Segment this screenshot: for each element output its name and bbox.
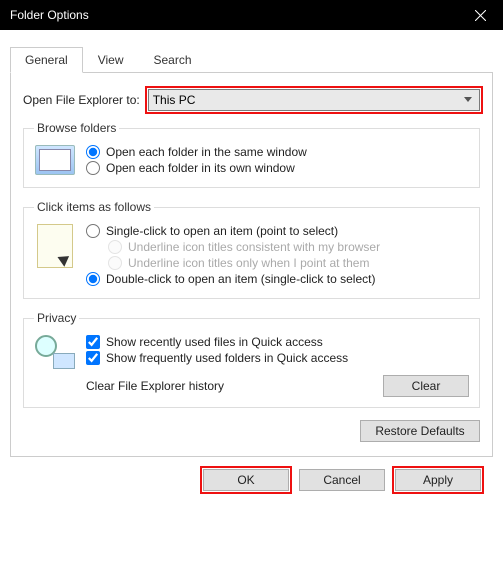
checkbox-frequent-folders[interactable]: Show frequently used folders in Quick ac… [86, 351, 469, 365]
radio-underline-point-label: Underline icon titles only when I point … [128, 256, 369, 270]
click-items-icon [34, 222, 76, 288]
privacy-legend: Privacy [34, 311, 79, 325]
window-title: Folder Options [10, 8, 458, 22]
radio-single-click-input[interactable] [86, 224, 100, 238]
radio-single-click[interactable]: Single-click to open an item (point to s… [86, 224, 469, 238]
apply-button[interactable]: Apply [395, 469, 481, 491]
tab-panel-general: Open File Explorer to: This PC Browse fo… [10, 73, 493, 457]
click-items-group: Click items as follows Single-click to o… [23, 200, 480, 299]
tab-search[interactable]: Search [139, 47, 207, 73]
open-explorer-select[interactable]: This PC [148, 89, 480, 111]
title-bar: Folder Options [0, 0, 503, 30]
tab-strip: General View Search [10, 46, 493, 73]
radio-own-window-label: Open each folder in its own window [106, 161, 295, 175]
open-explorer-select-wrap: This PC [148, 89, 480, 111]
radio-same-window-label: Open each folder in the same window [106, 145, 307, 159]
radio-same-window[interactable]: Open each folder in the same window [86, 145, 469, 159]
browse-folders-legend: Browse folders [34, 121, 119, 135]
radio-underline-point: Underline icon titles only when I point … [108, 256, 469, 270]
checkbox-frequent-folders-label: Show frequently used folders in Quick ac… [106, 351, 348, 365]
privacy-group: Privacy Show recently used files in Quic… [23, 311, 480, 408]
radio-underline-point-input [108, 256, 122, 270]
click-items-legend: Click items as follows [34, 200, 154, 214]
checkbox-recent-files-label: Show recently used files in Quick access [106, 335, 323, 349]
radio-own-window[interactable]: Open each folder in its own window [86, 161, 469, 175]
privacy-icon [34, 333, 76, 397]
restore-defaults-button[interactable]: Restore Defaults [360, 420, 480, 442]
radio-underline-browser: Underline icon titles consistent with my… [108, 240, 469, 254]
clear-button[interactable]: Clear [383, 375, 469, 397]
tab-general[interactable]: General [10, 47, 83, 73]
close-icon [475, 10, 486, 21]
checkbox-recent-files-input[interactable] [86, 335, 100, 349]
open-explorer-row: Open File Explorer to: This PC [23, 89, 480, 111]
clear-history-label: Clear File Explorer history [86, 379, 373, 393]
cancel-button[interactable]: Cancel [299, 469, 385, 491]
ok-button[interactable]: OK [203, 469, 289, 491]
dialog-footer: OK Cancel Apply [10, 457, 493, 505]
radio-same-window-input[interactable] [86, 145, 100, 159]
radio-underline-browser-input [108, 240, 122, 254]
dialog-body: General View Search Open File Explorer t… [0, 30, 503, 513]
checkbox-frequent-folders-input[interactable] [86, 351, 100, 365]
radio-underline-browser-label: Underline icon titles consistent with my… [128, 240, 380, 254]
radio-own-window-input[interactable] [86, 161, 100, 175]
browse-folders-icon [34, 143, 76, 177]
tab-view[interactable]: View [83, 47, 139, 73]
radio-double-click[interactable]: Double-click to open an item (single-cli… [86, 272, 469, 286]
open-explorer-label: Open File Explorer to: [23, 93, 140, 107]
radio-double-click-label: Double-click to open an item (single-cli… [106, 272, 375, 286]
close-button[interactable] [458, 0, 503, 30]
browse-folders-group: Browse folders Open each folder in the s… [23, 121, 480, 188]
radio-single-click-label: Single-click to open an item (point to s… [106, 224, 338, 238]
radio-double-click-input[interactable] [86, 272, 100, 286]
checkbox-recent-files[interactable]: Show recently used files in Quick access [86, 335, 469, 349]
